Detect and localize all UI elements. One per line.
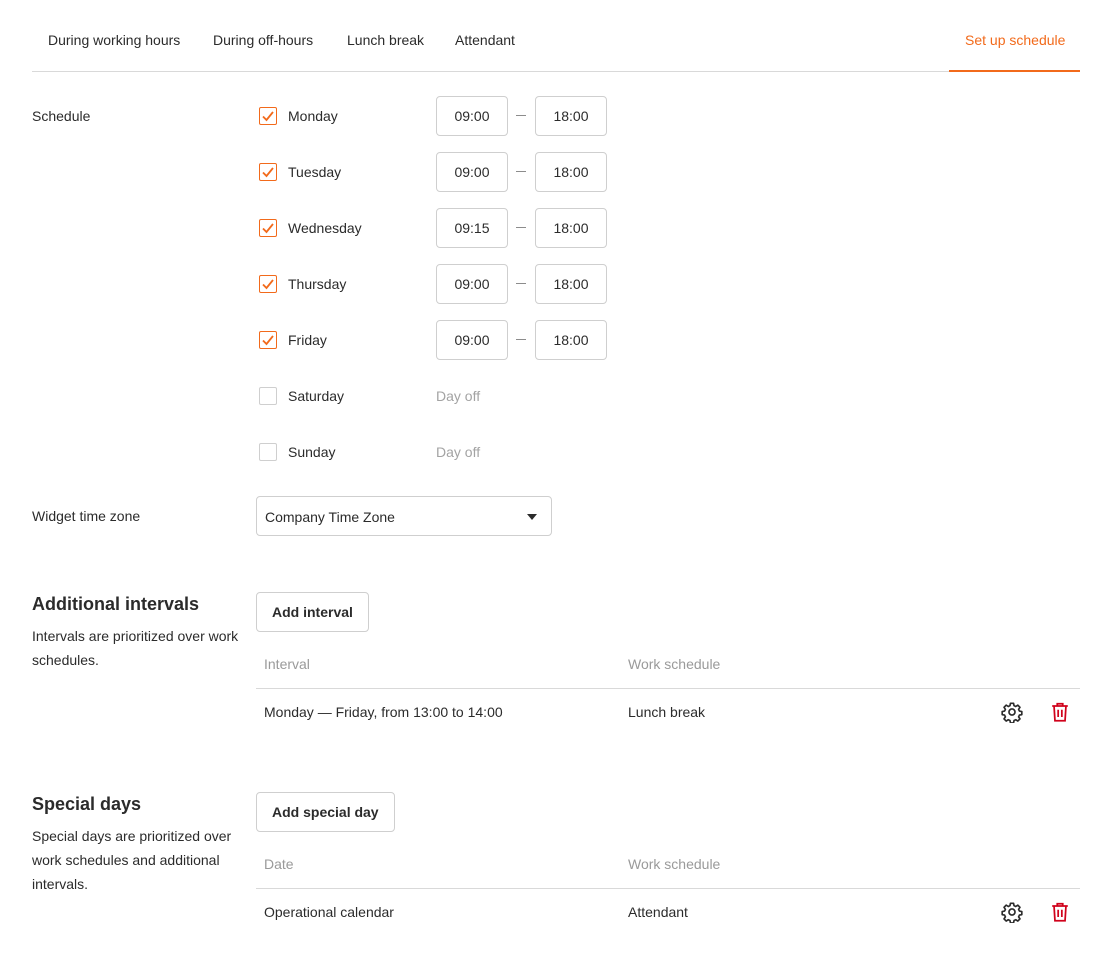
thursday-end-time[interactable]: 18:00 — [535, 264, 607, 304]
wednesday-start-time[interactable]: 09:15 — [436, 208, 508, 248]
column-header-interval: Interval — [264, 656, 310, 672]
thursday-start-time[interactable]: 09:00 — [436, 264, 508, 304]
day-off-label: Day off — [436, 444, 481, 460]
monday-end-time[interactable]: 18:00 — [535, 96, 607, 136]
wednesday-checkbox[interactable] — [259, 219, 277, 237]
caret-down-icon — [527, 514, 537, 520]
friday-start-time[interactable]: 09:00 — [436, 320, 508, 360]
date-cell: Operational calendar — [264, 904, 394, 920]
time-separator — [516, 339, 526, 340]
thursday-checkbox[interactable] — [259, 275, 277, 293]
column-header-work-schedule: Work schedule — [628, 656, 721, 672]
tuesday-start-time[interactable]: 09:00 — [436, 152, 508, 192]
tab-during-working-hours[interactable]: During working hours — [48, 31, 180, 49]
tab-set-up-schedule[interactable]: Set up schedule — [965, 31, 1065, 49]
timezone-select[interactable]: Company Time Zone — [256, 496, 552, 536]
table-divider — [256, 888, 1080, 889]
day-row-monday: Monday 09:00 18:00 — [258, 96, 618, 136]
gear-icon[interactable] — [1000, 700, 1024, 724]
time-separator — [516, 115, 526, 116]
day-off-label: Day off — [436, 388, 481, 404]
tuesday-checkbox[interactable] — [259, 163, 277, 181]
active-tab-indicator — [949, 70, 1080, 72]
tuesday-end-time[interactable]: 18:00 — [535, 152, 607, 192]
special-days-description: Special days are prioritized over work s… — [32, 828, 232, 892]
time-separator — [516, 227, 526, 228]
trash-icon[interactable] — [1048, 900, 1072, 924]
day-label: Tuesday — [288, 164, 342, 180]
work-schedule-cell: Attendant — [628, 904, 688, 920]
add-special-day-button[interactable]: Add special day — [256, 792, 395, 832]
checkmark-icon — [262, 335, 274, 346]
schedule-tabs: During working hours During off-hours Lu… — [32, 0, 1080, 72]
intervals-description: Intervals are prioritized over work sche… — [32, 628, 239, 668]
time-separator — [516, 171, 526, 172]
day-row-friday: Friday 09:00 18:00 — [258, 320, 618, 360]
day-label: Thursday — [288, 276, 347, 292]
checkmark-icon — [262, 167, 274, 178]
monday-start-time[interactable]: 09:00 — [436, 96, 508, 136]
tab-attendant[interactable]: Attendant — [455, 31, 515, 49]
day-label: Saturday — [288, 388, 345, 404]
schedule-label: Schedule — [32, 108, 91, 124]
timezone-label: Widget time zone — [32, 508, 141, 524]
work-schedule-cell: Lunch break — [628, 704, 706, 720]
day-row-wednesday: Wednesday 09:15 18:00 — [258, 208, 618, 248]
special-days-title: Special days — [32, 794, 142, 814]
friday-end-time[interactable]: 18:00 — [535, 320, 607, 360]
time-separator — [516, 283, 526, 284]
sunday-checkbox[interactable] — [259, 443, 277, 461]
checkmark-icon — [262, 111, 274, 122]
trash-icon[interactable] — [1048, 700, 1072, 724]
intervals-title: Additional intervals — [32, 594, 200, 614]
checkmark-icon — [262, 279, 274, 290]
wednesday-end-time[interactable]: 18:00 — [535, 208, 607, 248]
day-row-tuesday: Tuesday 09:00 18:00 — [258, 152, 618, 192]
column-header-work-schedule: Work schedule — [628, 856, 721, 872]
interval-cell: Monday — Friday, from 13:00 to 14:00 — [264, 704, 503, 720]
friday-checkbox[interactable] — [259, 331, 277, 349]
monday-checkbox[interactable] — [259, 107, 277, 125]
add-interval-button[interactable]: Add interval — [256, 592, 369, 632]
day-label: Monday — [288, 108, 338, 124]
tab-lunch-break[interactable]: Lunch break — [347, 31, 424, 49]
gear-icon[interactable] — [1000, 900, 1024, 924]
day-row-thursday: Thursday 09:00 18:00 — [258, 264, 618, 304]
day-label: Wednesday — [288, 220, 362, 236]
column-header-date: Date — [264, 856, 294, 872]
day-row-saturday: Saturday Day off — [258, 376, 618, 416]
day-label: Friday — [288, 332, 327, 348]
timezone-value: Company Time Zone — [265, 509, 395, 525]
saturday-checkbox[interactable] — [259, 387, 277, 405]
day-label: Sunday — [288, 444, 336, 460]
day-row-sunday: Sunday Day off — [258, 432, 618, 472]
tab-during-off-hours[interactable]: During off-hours — [213, 31, 313, 49]
table-divider — [256, 688, 1080, 689]
checkmark-icon — [262, 223, 274, 234]
